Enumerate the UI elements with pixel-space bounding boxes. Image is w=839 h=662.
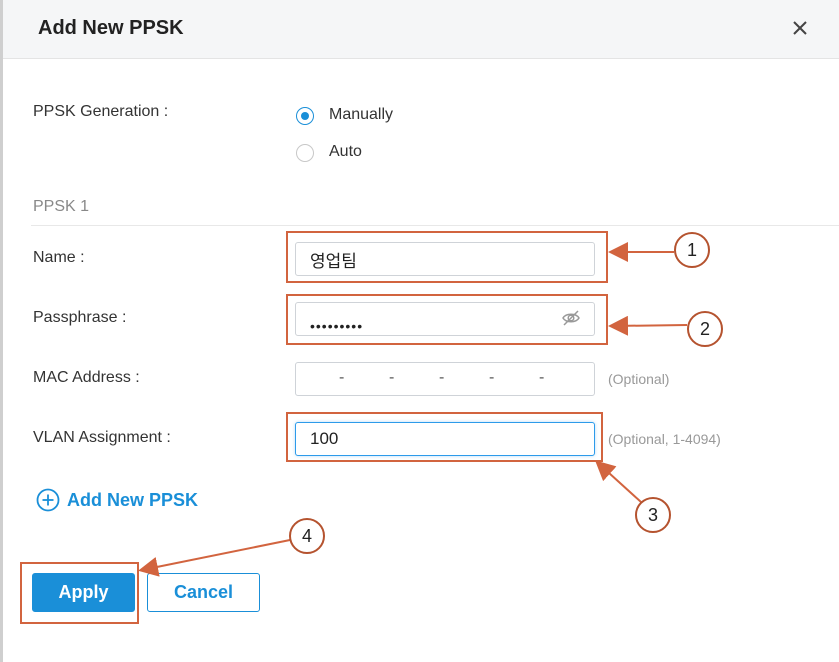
section-divider [31,225,839,226]
mac-separator: - [339,369,345,386]
mac-separator: - [489,369,495,386]
cancel-button[interactable]: Cancel [147,573,260,612]
dialog-header: Add New PPSK [3,0,839,59]
ppsk-generation-label: PPSK Generation : [33,103,169,120]
mac-address-hint: (Optional) [608,371,670,387]
vlan-assignment-hint: (Optional, 1-4094) [608,431,721,447]
dialog-title: Add New PPSK [38,17,184,39]
plus-circle-icon [36,488,60,512]
callout-2: 2 [687,311,723,347]
close-icon[interactable] [789,17,811,39]
mac-address-label: MAC Address : [33,369,140,386]
name-label: Name : [33,249,85,266]
radio-auto[interactable] [296,144,314,162]
add-new-ppsk-label: Add New PPSK [67,490,199,510]
callout-4: 4 [289,518,325,554]
callout-3: 3 [635,497,671,533]
passphrase-label: Passphrase : [33,309,127,326]
radio-manually[interactable] [296,107,314,125]
section-title: PPSK 1 [33,198,90,215]
passphrase-value: ••••••••• [310,318,364,334]
radio-manually-label[interactable]: Manually [329,106,393,124]
vlan-assignment-input[interactable] [295,422,595,456]
name-input[interactable] [295,242,595,276]
vlan-assignment-label: VLAN Assignment : [33,429,171,446]
callout-1: 1 [674,232,710,268]
mac-separator: - [389,369,395,386]
radio-auto-label[interactable]: Auto [329,143,362,161]
mac-separator: - [539,369,545,386]
apply-button[interactable]: Apply [32,573,135,612]
eye-off-icon[interactable] [561,308,581,328]
mac-separator: - [439,369,445,386]
